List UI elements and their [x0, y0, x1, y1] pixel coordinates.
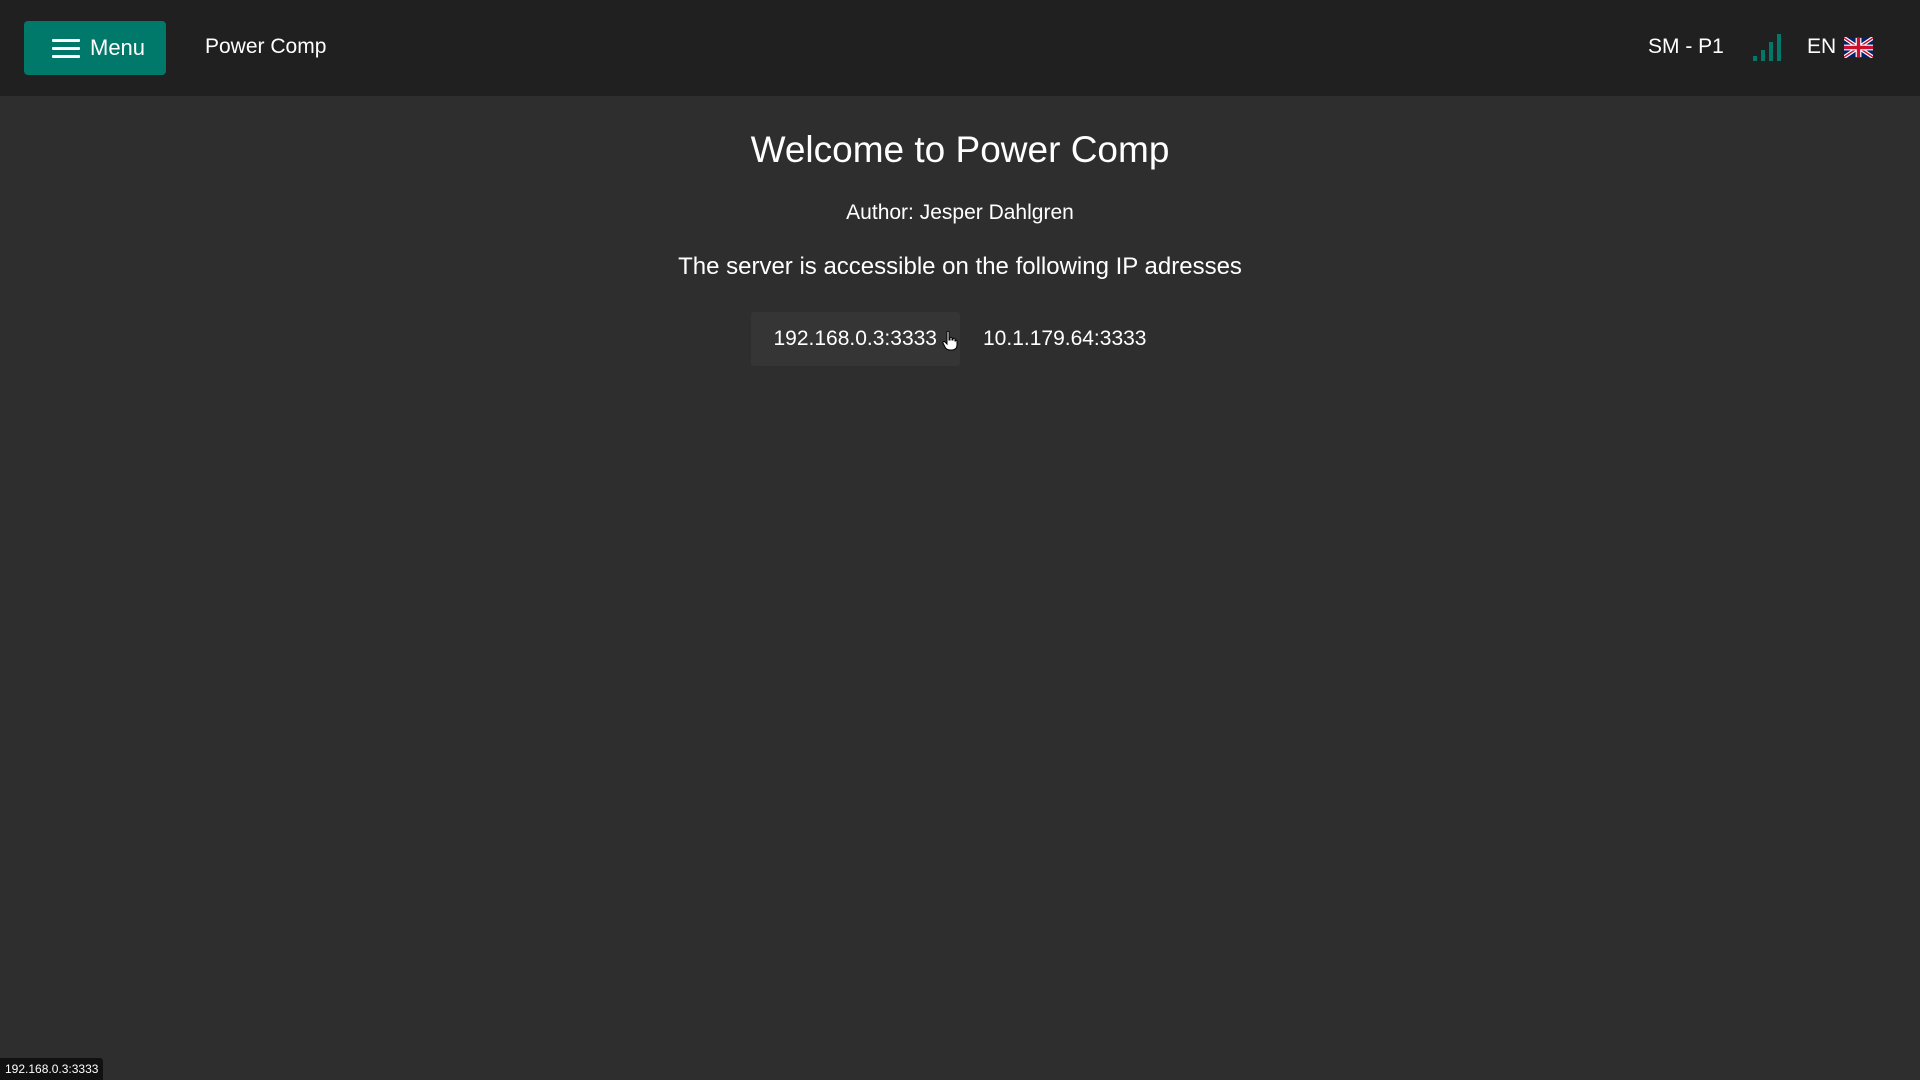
app-title: Power Comp	[205, 35, 327, 58]
status-bar-url: 192.168.0.3:3333	[0, 1058, 104, 1080]
menu-button[interactable]: Menu	[24, 21, 166, 75]
device-label: SM - P1	[1648, 35, 1724, 58]
top-app-bar: Menu Power Comp SM - P1 EN	[0, 0, 1920, 96]
language-selector[interactable]: EN	[1807, 34, 1874, 60]
hamburger-icon	[52, 39, 80, 59]
hand-pointer-cursor-icon	[942, 331, 958, 351]
ip-address-link[interactable]: 10.1.179.64:3333	[960, 312, 1170, 366]
signal-strength-icon	[1753, 34, 1781, 61]
language-label: EN	[1807, 35, 1837, 58]
page-title: Welcome to Power Comp	[750, 129, 1170, 170]
ip-address-list: 192.168.0.3:3333 10.1.179.64:3333	[0, 312, 1920, 366]
server-info-text: The server is accessible on the followin…	[678, 253, 1242, 280]
ip-address-link[interactable]: 192.168.0.3:3333	[750, 312, 960, 366]
author-text: Author: Jesper Dahlgren	[846, 201, 1074, 224]
menu-button-label: Menu	[90, 35, 146, 60]
uk-flag-icon	[1844, 36, 1874, 58]
